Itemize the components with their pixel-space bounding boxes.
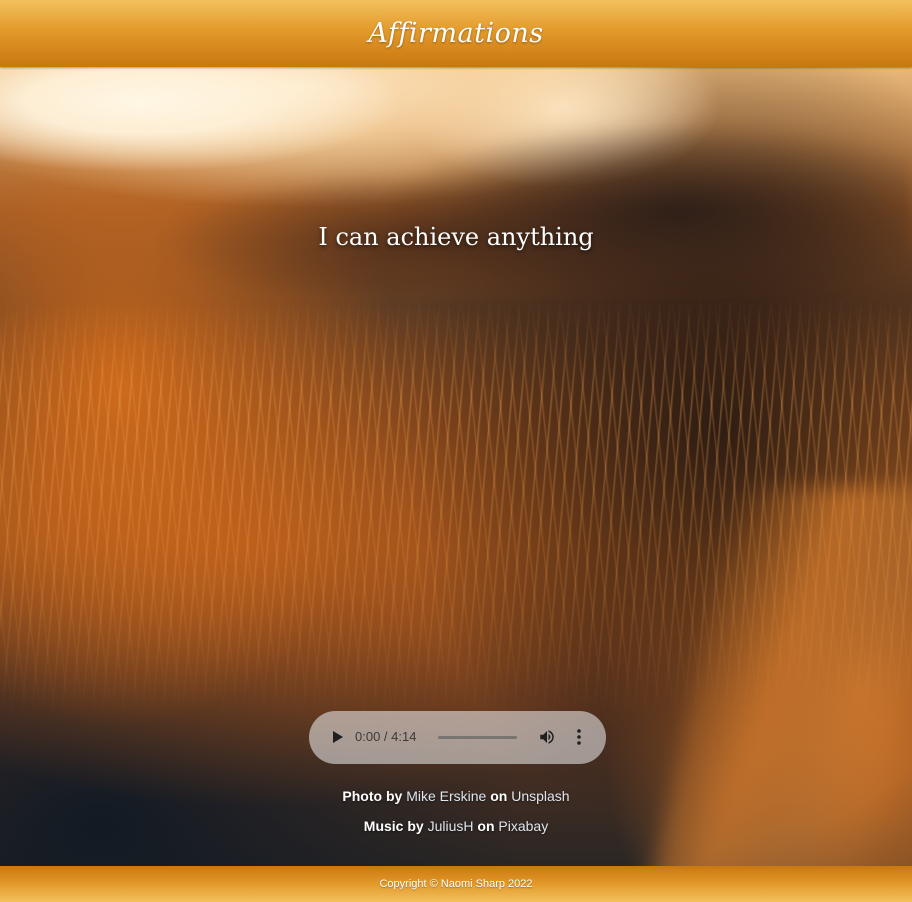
audio-time-display: 0:00 / 4:14 (355, 729, 417, 744)
volume-icon (540, 730, 554, 744)
more-vertical-icon (577, 729, 581, 745)
pixabay-link[interactable]: Pixabay (498, 818, 548, 834)
audio-player[interactable]: 0:00 / 4:14 (309, 711, 606, 764)
play-icon (332, 731, 343, 743)
more-options-button[interactable] (572, 728, 586, 746)
hero-blurred-hills (0, 122, 912, 292)
photo-credit: Photo by Mike Erskine on Unsplash (0, 788, 912, 804)
music-author-link[interactable]: JuliusH (428, 818, 474, 834)
unsplash-link[interactable]: Unsplash (511, 788, 569, 804)
audio-seek-slider[interactable] (438, 736, 517, 739)
play-button[interactable] (327, 728, 345, 746)
hero-background-photo: I can achieve anything 0:00 / 4:14 Photo… (0, 67, 912, 866)
photo-credit-prefix: Photo by (342, 788, 407, 804)
volume-button[interactable] (538, 728, 556, 746)
music-credit-joiner: on (473, 818, 499, 834)
photo-author-link[interactable]: Mike Erskine (406, 788, 486, 804)
site-title: Affirmations (368, 18, 544, 49)
photo-credit-joiner: on (486, 788, 512, 804)
page: Affirmations I can achieve anything 0:00… (0, 0, 912, 902)
site-footer: Copyright © Naomi Sharp 2022 (0, 866, 912, 902)
affirmation-text: I can achieve anything (318, 223, 594, 251)
music-credit: Music by JuliusH on Pixabay (0, 818, 912, 834)
music-credit-prefix: Music by (363, 818, 428, 834)
copyright-text: Copyright © Naomi Sharp 2022 (379, 878, 533, 890)
site-header: Affirmations (0, 0, 912, 67)
